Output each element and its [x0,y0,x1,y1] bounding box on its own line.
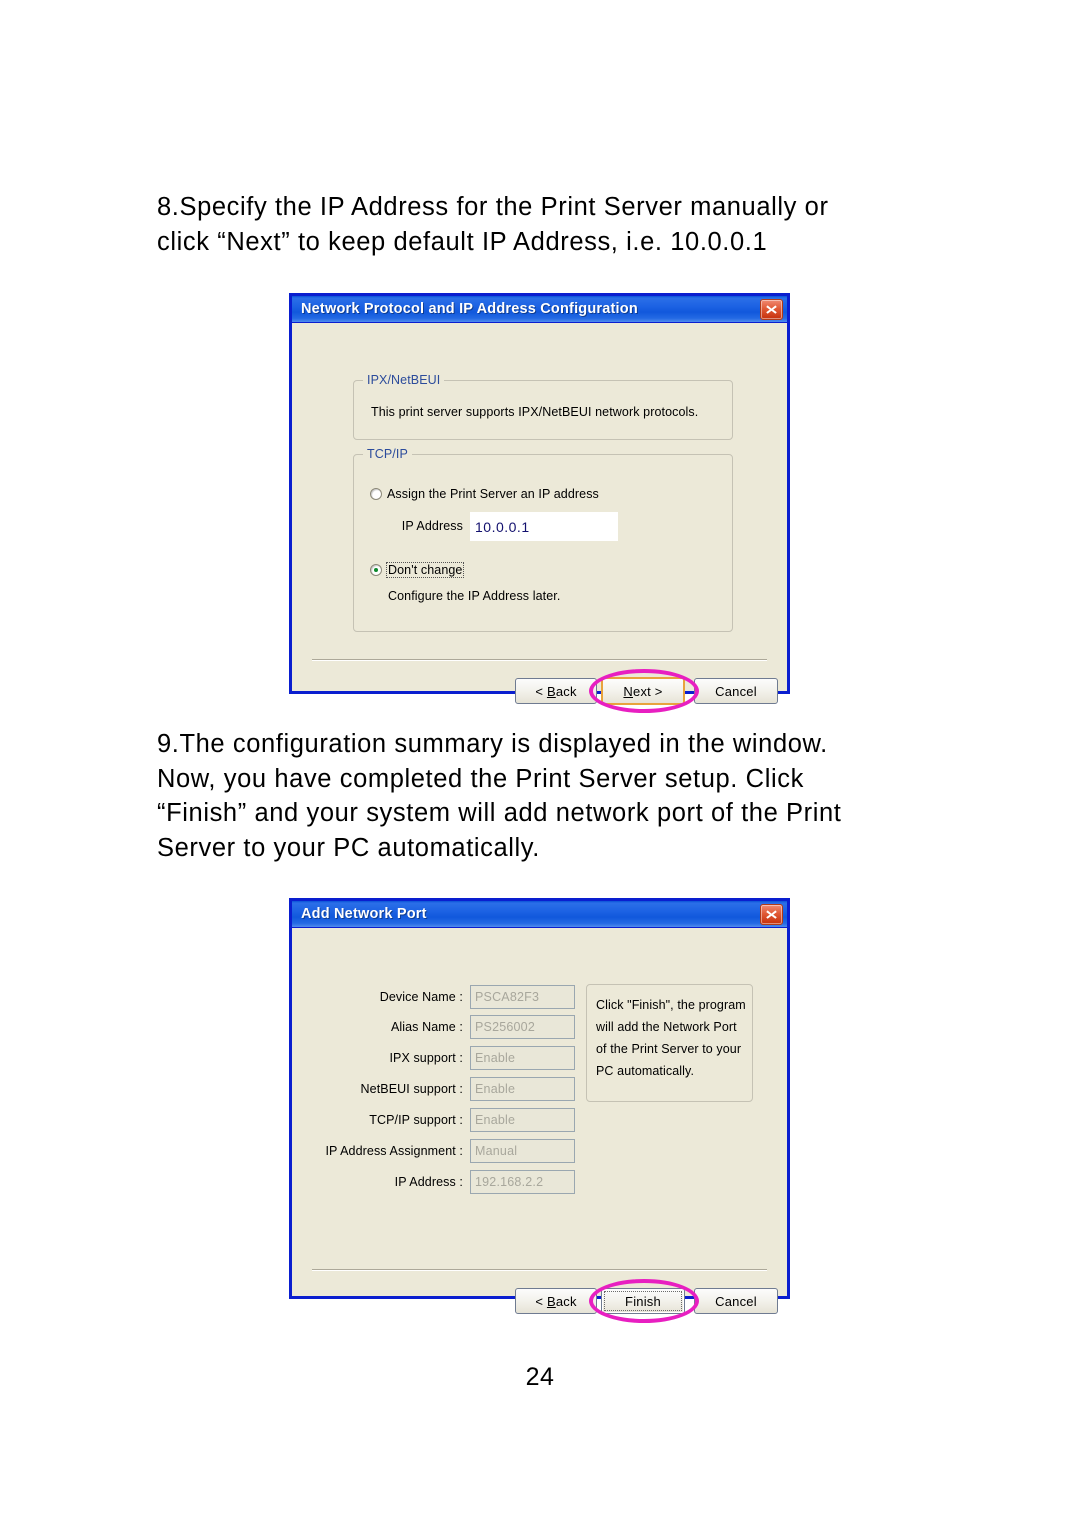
dialog-network-protocol-ip-configuration[interactable]: Network Protocol and IP Address Configur… [289,293,790,713]
groupbox-tcpip: TCP/IP Assign the Print Server an IP add… [353,447,733,632]
finish-info-line-3: of the Print Server to your [596,1042,742,1056]
back-button[interactable]: < Back [515,678,597,704]
groupbox-tcpip-legend: TCP/IP [363,447,412,461]
netbeui-support-value: Enable [475,1082,516,1096]
ip-address-summary-label: IP Address : [394,1175,463,1189]
dialog1-body: IPX/NetBEUI This print server supports I… [292,323,787,713]
radio-dont-change-indicator[interactable] [370,564,382,576]
tcpip-support-label: TCP/IP support : [369,1113,463,1127]
alias-name-value-box: PS256002 [470,1015,575,1039]
ipx-netbeui-description: This print server supports IPX/NetBEUI n… [371,405,699,419]
next-button[interactable]: Next > [601,677,685,705]
dialog2-titlebar[interactable]: Add Network Port [292,901,787,928]
step-8-line-1: 8.Specify the IP Address for the Print S… [157,193,829,221]
back-button-label: < Back [535,1293,577,1309]
ip-assignment-label: IP Address Assignment : [325,1144,463,1158]
dialog1-separator [312,659,767,661]
step-9-line-3: “Finish” and your system will add networ… [157,799,842,827]
back-button-label: < Back [535,683,577,699]
radio-dont-change[interactable]: Don't change [370,562,465,578]
finish-info-box: Click "Finish", the program will add the… [586,984,753,1102]
alias-name-value: PS256002 [475,1020,535,1034]
netbeui-support-value-box: Enable [470,1077,575,1101]
device-name-value-box: PSCA82F3 [470,985,575,1009]
device-name-value: PSCA82F3 [475,990,540,1004]
dialog1-titlebar[interactable]: Network Protocol and IP Address Configur… [292,296,787,323]
groupbox-ipx-netbeui: IPX/NetBEUI This print server supports I… [353,373,733,440]
device-name-label: Device Name : [379,990,463,1004]
alias-name-label: Alias Name : [390,1020,463,1034]
instruction-step-9: 9.The configuration summary is displayed… [157,727,917,865]
radio-assign-ip-indicator[interactable] [370,488,382,500]
dialog-add-network-port[interactable]: Add Network Port Device Name : PSCA82F3 … [289,898,790,1323]
dialog2-body: Device Name : PSCA82F3 Alias Name : PS25… [292,928,787,1323]
ip-address-input[interactable]: 10.0.0.1 [470,512,618,541]
dialog1-title: Network Protocol and IP Address Configur… [301,301,638,317]
dialog2-title: Add Network Port [301,906,427,922]
step-9-line-4: Server to your PC automatically. [157,833,540,862]
dont-change-note: Configure the IP Address later. [388,589,561,603]
finish-info-line-2: will add the Network Port [596,1020,737,1034]
radio-assign-ip-address[interactable]: Assign the Print Server an IP address [370,487,599,501]
step-9-line-2: Now, you have completed the Print Server… [157,764,804,793]
step-8-line-2: click “Next” to keep default IP Address,… [157,227,768,256]
back-button[interactable]: < Back [515,1288,597,1314]
cancel-button-label: Cancel [715,1293,757,1309]
next-button-label: Next > [623,683,663,699]
ip-assignment-value-box: Manual [470,1139,575,1163]
step-9-line-1: 9.The configuration summary is displayed… [157,730,828,758]
netbeui-support-label: NetBEUI support : [360,1082,463,1096]
cancel-button[interactable]: Cancel [694,1288,778,1314]
page-number: 24 [525,1363,555,1391]
close-icon[interactable] [760,298,783,320]
ip-address-label: IP Address [401,519,463,533]
ip-address-summary-value: 192.168.2.2 [475,1175,544,1189]
groupbox-ipx-netbeui-legend: IPX/NetBEUI [363,373,445,387]
tcpip-support-value: Enable [475,1113,516,1127]
cancel-button[interactable]: Cancel [694,678,778,704]
dialog2-separator [312,1269,767,1271]
tcpip-support-value-box: Enable [470,1108,575,1132]
radio-dont-change-label: Don't change [386,562,465,578]
finish-button[interactable]: Finish [601,1288,685,1314]
ipx-support-value-box: Enable [470,1046,575,1070]
ip-address-value: 10.0.0.1 [475,518,530,535]
instruction-step-8: 8.Specify the IP Address for the Print S… [157,190,917,259]
close-icon[interactable] [760,903,783,925]
ipx-support-value: Enable [475,1051,516,1065]
finish-info-line-1: Click "Finish", the program [596,998,746,1012]
radio-assign-ip-label: Assign the Print Server an IP address [387,487,599,501]
cancel-button-label: Cancel [715,683,757,699]
finish-button-label: Finish [625,1293,661,1309]
ip-address-summary-value-box: 192.168.2.2 [470,1170,575,1194]
ip-assignment-value: Manual [475,1144,518,1158]
ipx-support-label: IPX support : [389,1051,463,1065]
finish-info-line-4: PC automatically. [596,1064,695,1078]
